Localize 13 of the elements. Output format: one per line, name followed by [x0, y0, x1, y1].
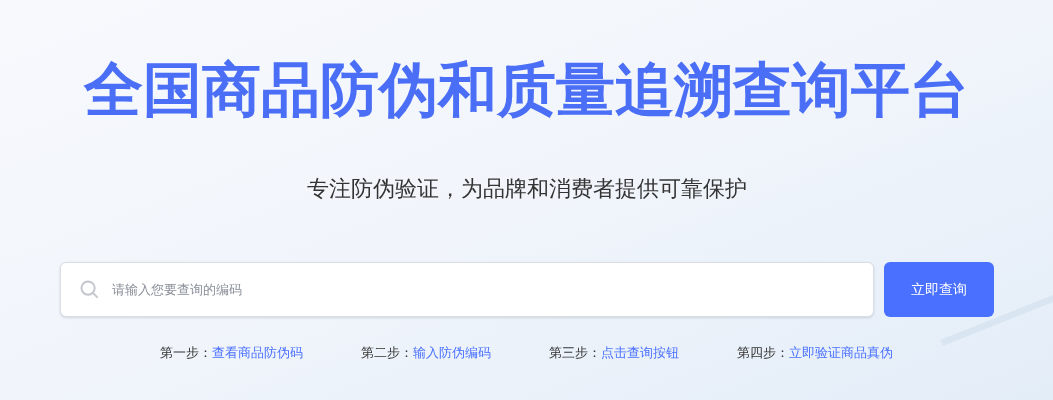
step-link[interactable]: 输入防伪编码 — [413, 343, 491, 363]
step-link[interactable]: 点击查询按钮 — [601, 343, 679, 363]
step-link[interactable]: 查看商品防伪码 — [212, 343, 303, 363]
step-label: 第四步： — [737, 344, 789, 362]
step-label: 第一步： — [160, 344, 212, 362]
step-label: 第三步： — [549, 344, 601, 362]
subtitle: 专注防伪验证，为品牌和消费者提供可靠保护 — [306, 175, 747, 203]
page-title: 全国商品防伪和质量追溯查询平台 — [84, 56, 969, 125]
search-field[interactable]: 请输入您要查询的编码 — [59, 262, 874, 317]
search-icon — [79, 280, 99, 299]
step-link[interactable]: 立即验证商品真伪 — [789, 343, 893, 363]
step-label: 第二步： — [361, 344, 413, 362]
search-button[interactable]: 立即查询 — [883, 262, 994, 317]
